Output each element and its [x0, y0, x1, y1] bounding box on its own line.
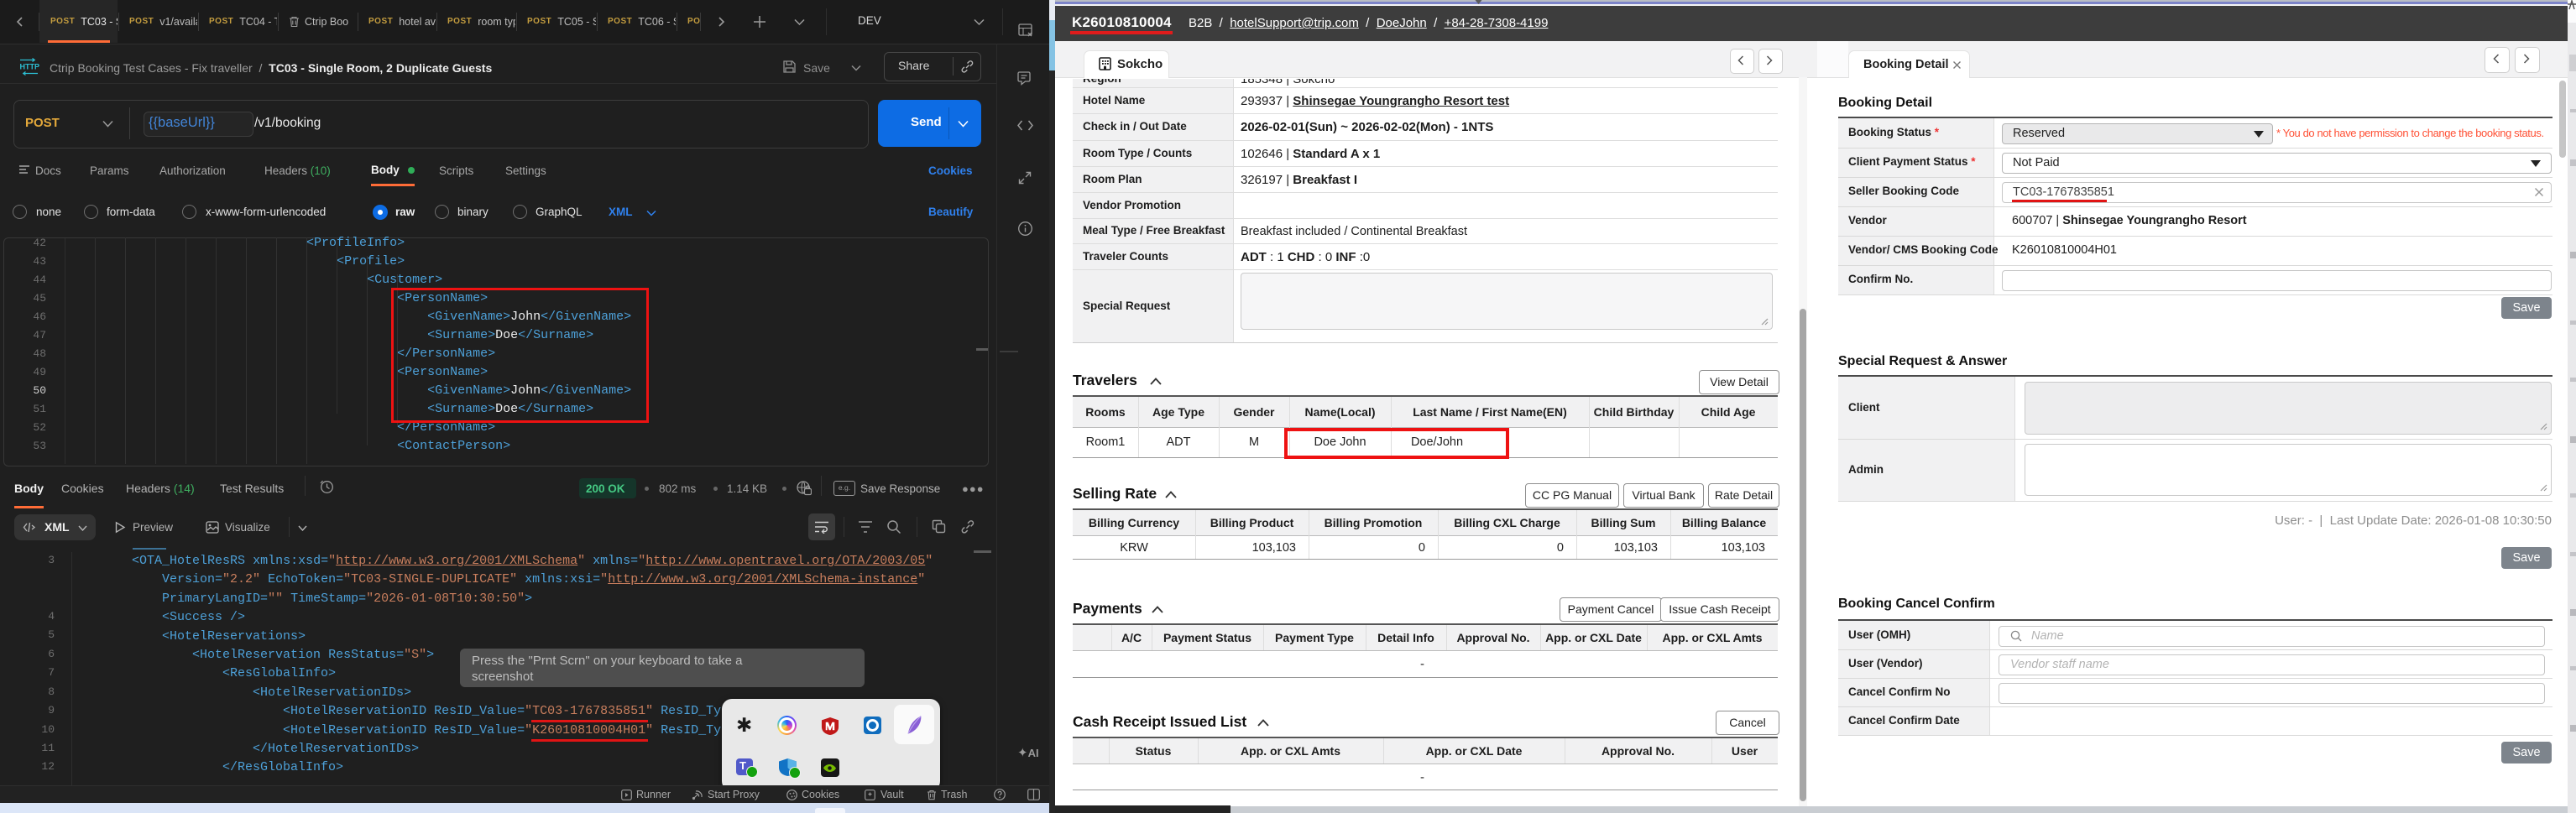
- svg-text:HTTP: HTTP: [20, 63, 40, 71]
